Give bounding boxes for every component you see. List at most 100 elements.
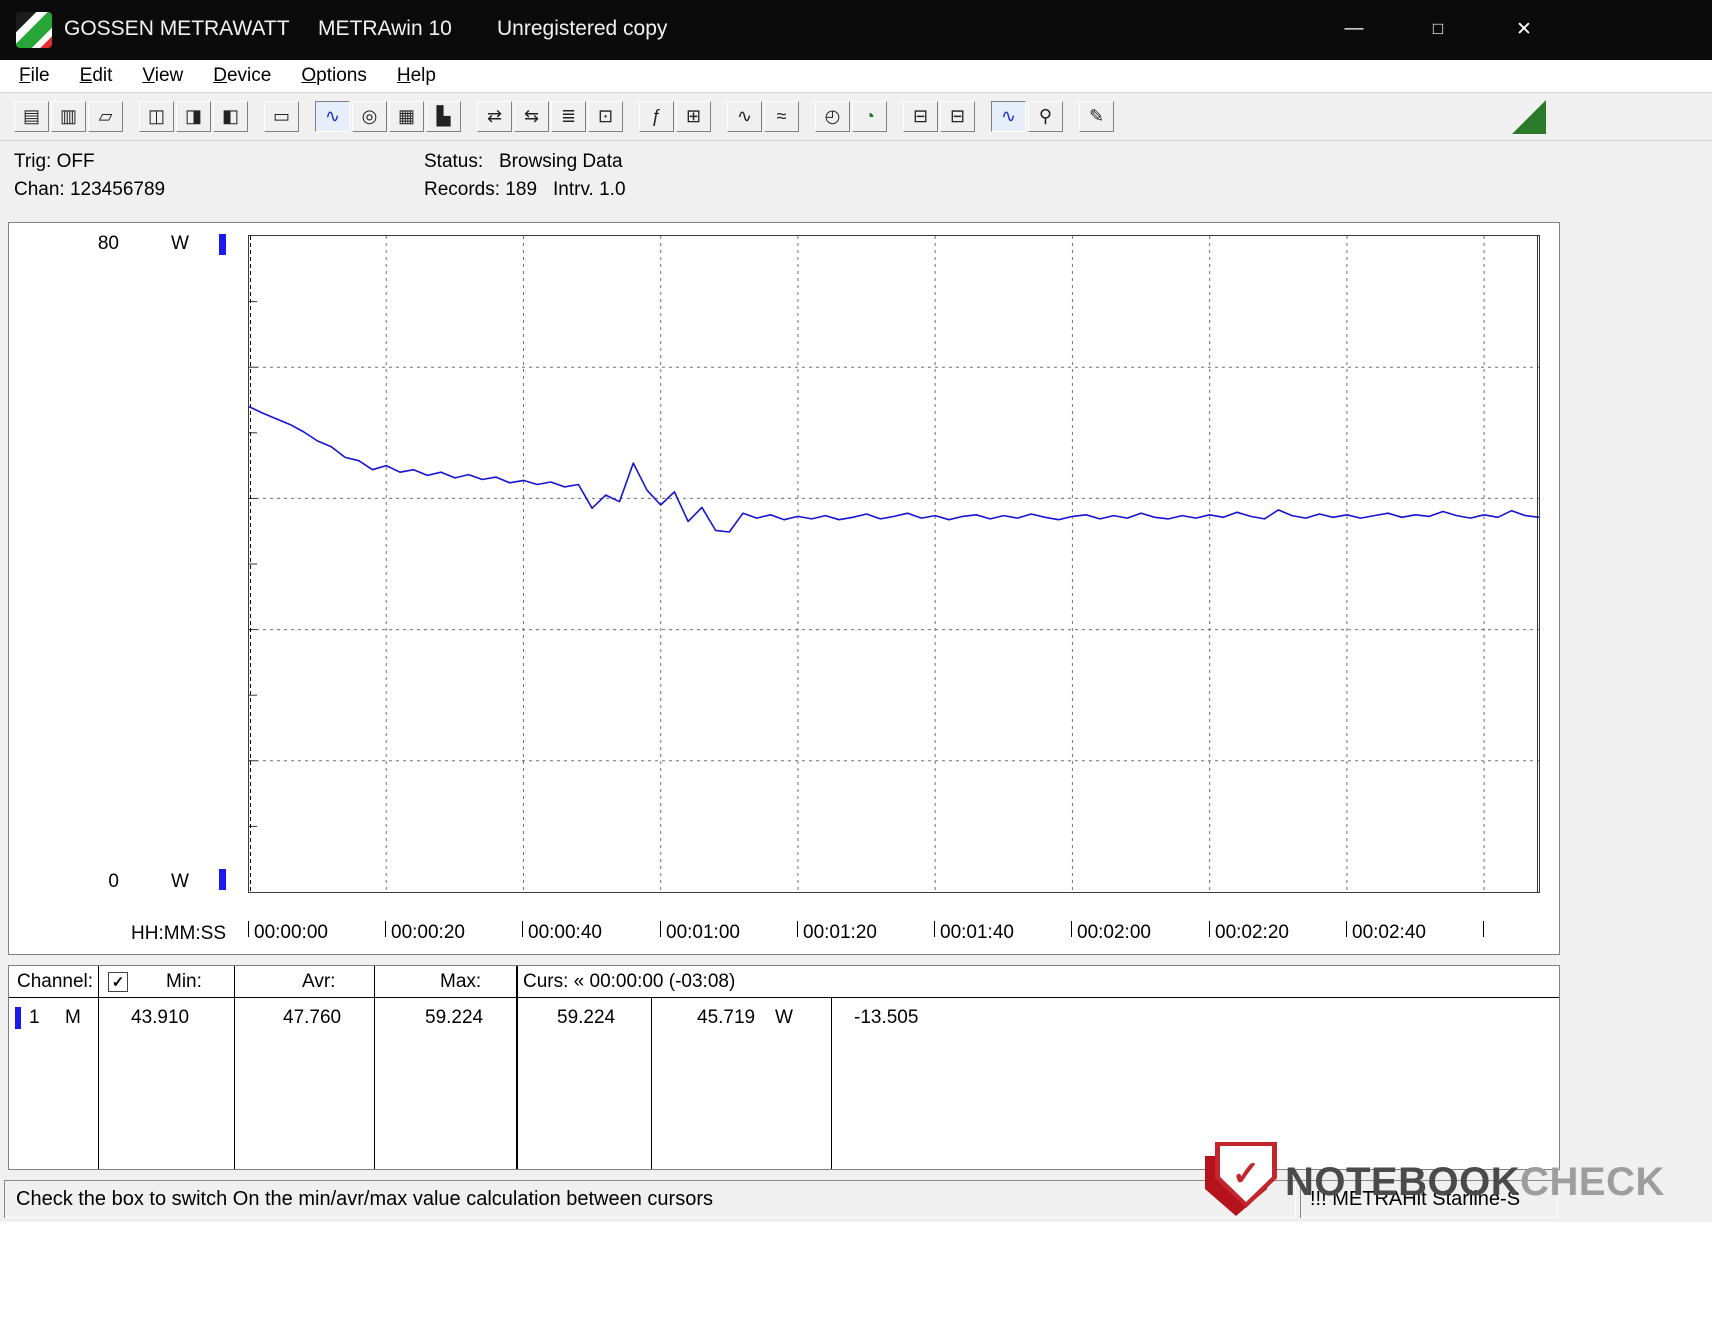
timer-start-icon: ◔ <box>864 106 875 126</box>
waveform-b-button[interactable]: ≈ <box>764 101 799 132</box>
numeric-display-button[interactable]: ▭ <box>264 101 299 132</box>
maximize-button[interactable]: □ <box>1418 12 1458 46</box>
timer-start-button[interactable]: ◔ <box>852 101 887 132</box>
print-setup-icon: ⊟ <box>949 106 966 126</box>
export-block-button[interactable]: ◧ <box>213 101 248 132</box>
memory-read-icon: ≣ <box>560 106 577 126</box>
toolbar-separator <box>1065 101 1079 132</box>
zoom-lens-button[interactable]: ⚲ <box>1028 101 1063 132</box>
row-channel-unit: M <box>65 1007 81 1028</box>
row-cursor2-value: 45.719 <box>697 1007 756 1028</box>
title-app-name: METRAwin 10 <box>318 17 452 40</box>
x-tick-label: 00:00:00 <box>254 922 328 943</box>
record-clock-button[interactable]: ◴ <box>815 101 850 132</box>
record-clock-icon: ◴ <box>824 106 841 126</box>
maximize-icon: □ <box>1432 19 1444 38</box>
header-avr: Avr: <box>302 971 336 992</box>
zoom-curve-button[interactable]: ∿ <box>991 101 1026 132</box>
annotation-icon: ✎ <box>1088 106 1105 126</box>
x-tick-label: 00:00:20 <box>391 922 465 943</box>
x-tick-mark <box>1071 921 1072 937</box>
watermark-check-icon: ✓ <box>1231 1155 1261 1193</box>
bar-graph-view-button[interactable]: ▙ <box>426 101 461 132</box>
notebookcheck-watermark: ✓ NOTEBOOKCHECK <box>1205 1130 1664 1222</box>
toolbar-separator <box>250 101 264 132</box>
export-report-button[interactable]: ◫ <box>139 101 174 132</box>
scope-view-button[interactable]: ◎ <box>352 101 387 132</box>
export-device-icon: ◨ <box>184 106 202 126</box>
curve-view-button[interactable]: ∿ <box>315 101 350 132</box>
table-view-button[interactable]: ▦ <box>389 101 424 132</box>
export-device-button[interactable]: ◨ <box>176 101 211 132</box>
print-setup-button[interactable]: ⊟ <box>940 101 975 132</box>
save-file-button[interactable]: ▤ <box>14 101 49 132</box>
channel-cursor-marker-bottom[interactable] <box>219 869 226 890</box>
annotation-button[interactable]: ✎ <box>1079 101 1114 132</box>
export-report-icon: ◫ <box>147 106 165 126</box>
watermark-text-2: CHECK <box>1520 1160 1665 1204</box>
x-tick-mark <box>934 921 935 937</box>
row-max-value: 59.224 <box>425 1007 484 1028</box>
print-button[interactable]: ⊟ <box>903 101 938 132</box>
interval-value: Intrv. 1.0 <box>553 179 626 200</box>
chart-area: 80 W 0 W HH:MM:SS 00:00:00 00:00:20 00:00:… <box>8 222 1560 955</box>
function-button[interactable]: ƒ <box>639 101 674 132</box>
zoom-lens-icon: ⚲ <box>1038 106 1053 126</box>
status-value: Browsing Data <box>499 151 623 172</box>
column-divider <box>651 997 652 1169</box>
y-axis-min-label: 0 <box>108 871 119 892</box>
close-button[interactable]: ✕ <box>1504 12 1544 46</box>
device-send-button[interactable]: ⇄ <box>477 101 512 132</box>
column-divider <box>98 966 99 1169</box>
row-avr-value: 47.760 <box>283 1007 342 1028</box>
plot-region[interactable] <box>248 235 1540 893</box>
save-all-button[interactable]: ▥ <box>51 101 86 132</box>
toolbar-separator <box>463 101 477 132</box>
app-logo-icon <box>16 12 52 48</box>
device-receive-icon: ⇆ <box>523 106 540 126</box>
waveform-a-button[interactable]: ∿ <box>727 101 762 132</box>
menu-help[interactable]: Help <box>382 60 451 92</box>
records-count: Records: 189 <box>424 179 538 200</box>
minimize-icon: — <box>1344 18 1364 39</box>
x-tick-label: 00:02:20 <box>1215 922 1289 943</box>
menu-device[interactable]: Device <box>198 60 286 92</box>
x-axis-label: HH:MM:SS <box>131 923 226 944</box>
app-window: GOSSEN METRAWATT METRAwin 10 Unregistere… <box>0 0 1712 1330</box>
row-cursor1-value: 59.224 <box>557 1007 616 1028</box>
calc-display-button[interactable]: ⊞ <box>676 101 711 132</box>
channel-cursor-marker-top[interactable] <box>219 234 226 255</box>
x-tick-mark <box>385 921 386 937</box>
menu-options[interactable]: Options <box>286 60 381 92</box>
menu-file[interactable]: File <box>4 60 65 92</box>
online-monitor-button[interactable]: ⊡ <box>588 101 623 132</box>
green-corner-triangle-icon <box>1512 100 1546 134</box>
zoom-curve-icon: ∿ <box>1000 106 1017 126</box>
toolbar-separator <box>889 101 903 132</box>
x-tick-label: 00:02:40 <box>1352 922 1426 943</box>
trigger-status: Trig: OFF <box>14 151 95 172</box>
numeric-display-icon: ▭ <box>272 106 290 126</box>
chart-plot-svg <box>249 236 1539 892</box>
title-brand: GOSSEN METRAWATT <box>64 17 290 40</box>
minmax-checkbox[interactable]: ✓ <box>108 972 128 992</box>
status-label: Status: <box>424 151 484 172</box>
toolbar-separator <box>801 101 815 132</box>
memory-read-button[interactable]: ≣ <box>551 101 586 132</box>
row-cursor2-unit: W <box>775 1007 793 1028</box>
y-axis-unit-top: W <box>171 233 189 254</box>
toolbar: ▤ ▥ ▱ ◫ ◨ ◧ ▭ ∿ ◎ ▦ ▙ ⇄ ⇆ ≣ ⊡ ƒ ⊞ ∿ ≈ ◴ ◔ ⊟ ⊟ ∿ ⚲ ✎ <box>0 93 1712 141</box>
device-receive-button[interactable]: ⇆ <box>514 101 549 132</box>
minimize-button[interactable]: — <box>1334 12 1374 46</box>
print-icon: ⊟ <box>912 106 929 126</box>
menu-edit[interactable]: Edit <box>65 60 128 92</box>
channel-status: Chan: 123456789 <box>14 179 166 200</box>
y-axis-unit-bottom: W <box>171 871 189 892</box>
menu-view[interactable]: View <box>127 60 198 92</box>
row-min-value: 43.910 <box>131 1007 190 1028</box>
x-tick-label: 00:01:20 <box>803 922 877 943</box>
open-file-button[interactable]: ▱ <box>88 101 123 132</box>
save-file-icon: ▤ <box>22 106 40 126</box>
header-channel: Channel: <box>17 971 94 992</box>
x-tick-mark <box>1209 921 1210 937</box>
